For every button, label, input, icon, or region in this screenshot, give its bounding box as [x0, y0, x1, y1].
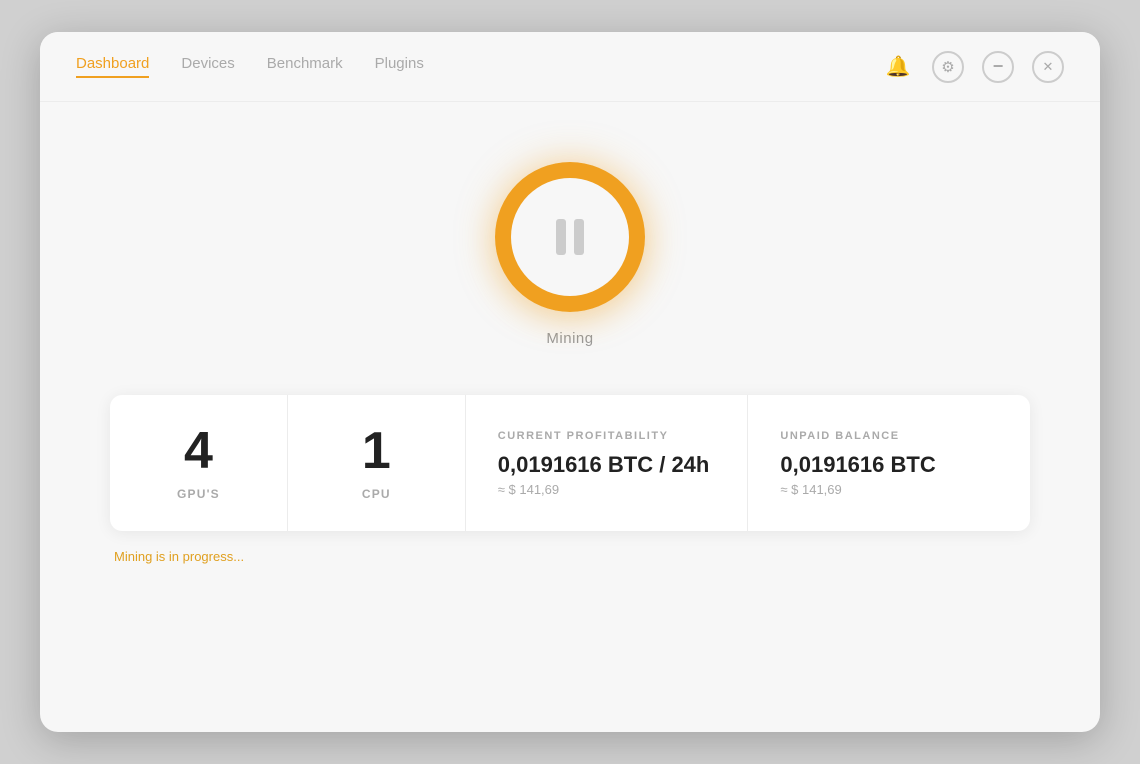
nav-benchmark[interactable]: Benchmark — [267, 55, 343, 78]
nav-devices[interactable]: Devices — [181, 55, 234, 78]
close-button[interactable]: ✕ — [1032, 51, 1064, 83]
nav-bar: Dashboard Devices Benchmark Plugins 🔔 ⚙ … — [40, 32, 1100, 102]
profitability-sub: ≈ $ 141,69 — [498, 482, 559, 497]
nav-icon-group: 🔔 ⚙ − ✕ — [882, 51, 1064, 83]
bottom-hint-area: Mining is in progress... — [110, 549, 1030, 564]
close-icon: ✕ — [1043, 59, 1054, 75]
stats-row: 4 GPU'S 1 CPU CURRENT PROFITABILITY 0,01… — [110, 395, 1030, 531]
stat-balance: UNPAID BALANCE 0,0191616 BTC ≈ $ 141,69 — [748, 395, 1030, 531]
main-content: Mining 4 GPU'S 1 CPU CURRENT PROFITABILI… — [40, 102, 1100, 732]
nav-dashboard[interactable]: Dashboard — [76, 55, 149, 78]
gpu-label: GPU'S — [177, 487, 220, 501]
bottom-hint-text: Mining is in progress... — [114, 549, 244, 564]
profitability-value: 0,0191616 BTC / 24h — [498, 452, 710, 478]
stat-profitability: CURRENT PROFITABILITY 0,0191616 BTC / 24… — [466, 395, 749, 531]
gear-icon: ⚙ — [941, 58, 954, 76]
nav-links: Dashboard Devices Benchmark Plugins — [76, 55, 424, 78]
bell-button[interactable]: 🔔 — [882, 51, 914, 83]
mining-button[interactable] — [495, 162, 645, 312]
balance-sub: ≈ $ 141,69 — [780, 482, 841, 497]
stat-gpus: 4 GPU'S — [110, 395, 288, 531]
mining-label: Mining — [546, 330, 593, 347]
settings-button[interactable]: ⚙ — [932, 51, 964, 83]
minus-icon: − — [993, 56, 1004, 77]
app-window: Dashboard Devices Benchmark Plugins 🔔 ⚙ … — [40, 32, 1100, 732]
pause-bar-right — [574, 219, 584, 255]
bell-icon: 🔔 — [886, 54, 911, 79]
mining-section: Mining — [495, 162, 645, 347]
pause-icon — [556, 219, 584, 255]
cpu-count: 1 — [362, 425, 391, 477]
minimize-button[interactable]: − — [982, 51, 1014, 83]
balance-section-label: UNPAID BALANCE — [780, 430, 899, 442]
profitability-section-label: CURRENT PROFITABILITY — [498, 430, 669, 442]
cpu-label: CPU — [362, 487, 391, 501]
balance-value: 0,0191616 BTC — [780, 452, 935, 478]
pause-bar-left — [556, 219, 566, 255]
gpu-count: 4 — [184, 425, 213, 477]
mining-ring-inner — [511, 178, 629, 296]
nav-plugins[interactable]: Plugins — [375, 55, 424, 78]
stat-cpu: 1 CPU — [288, 395, 466, 531]
